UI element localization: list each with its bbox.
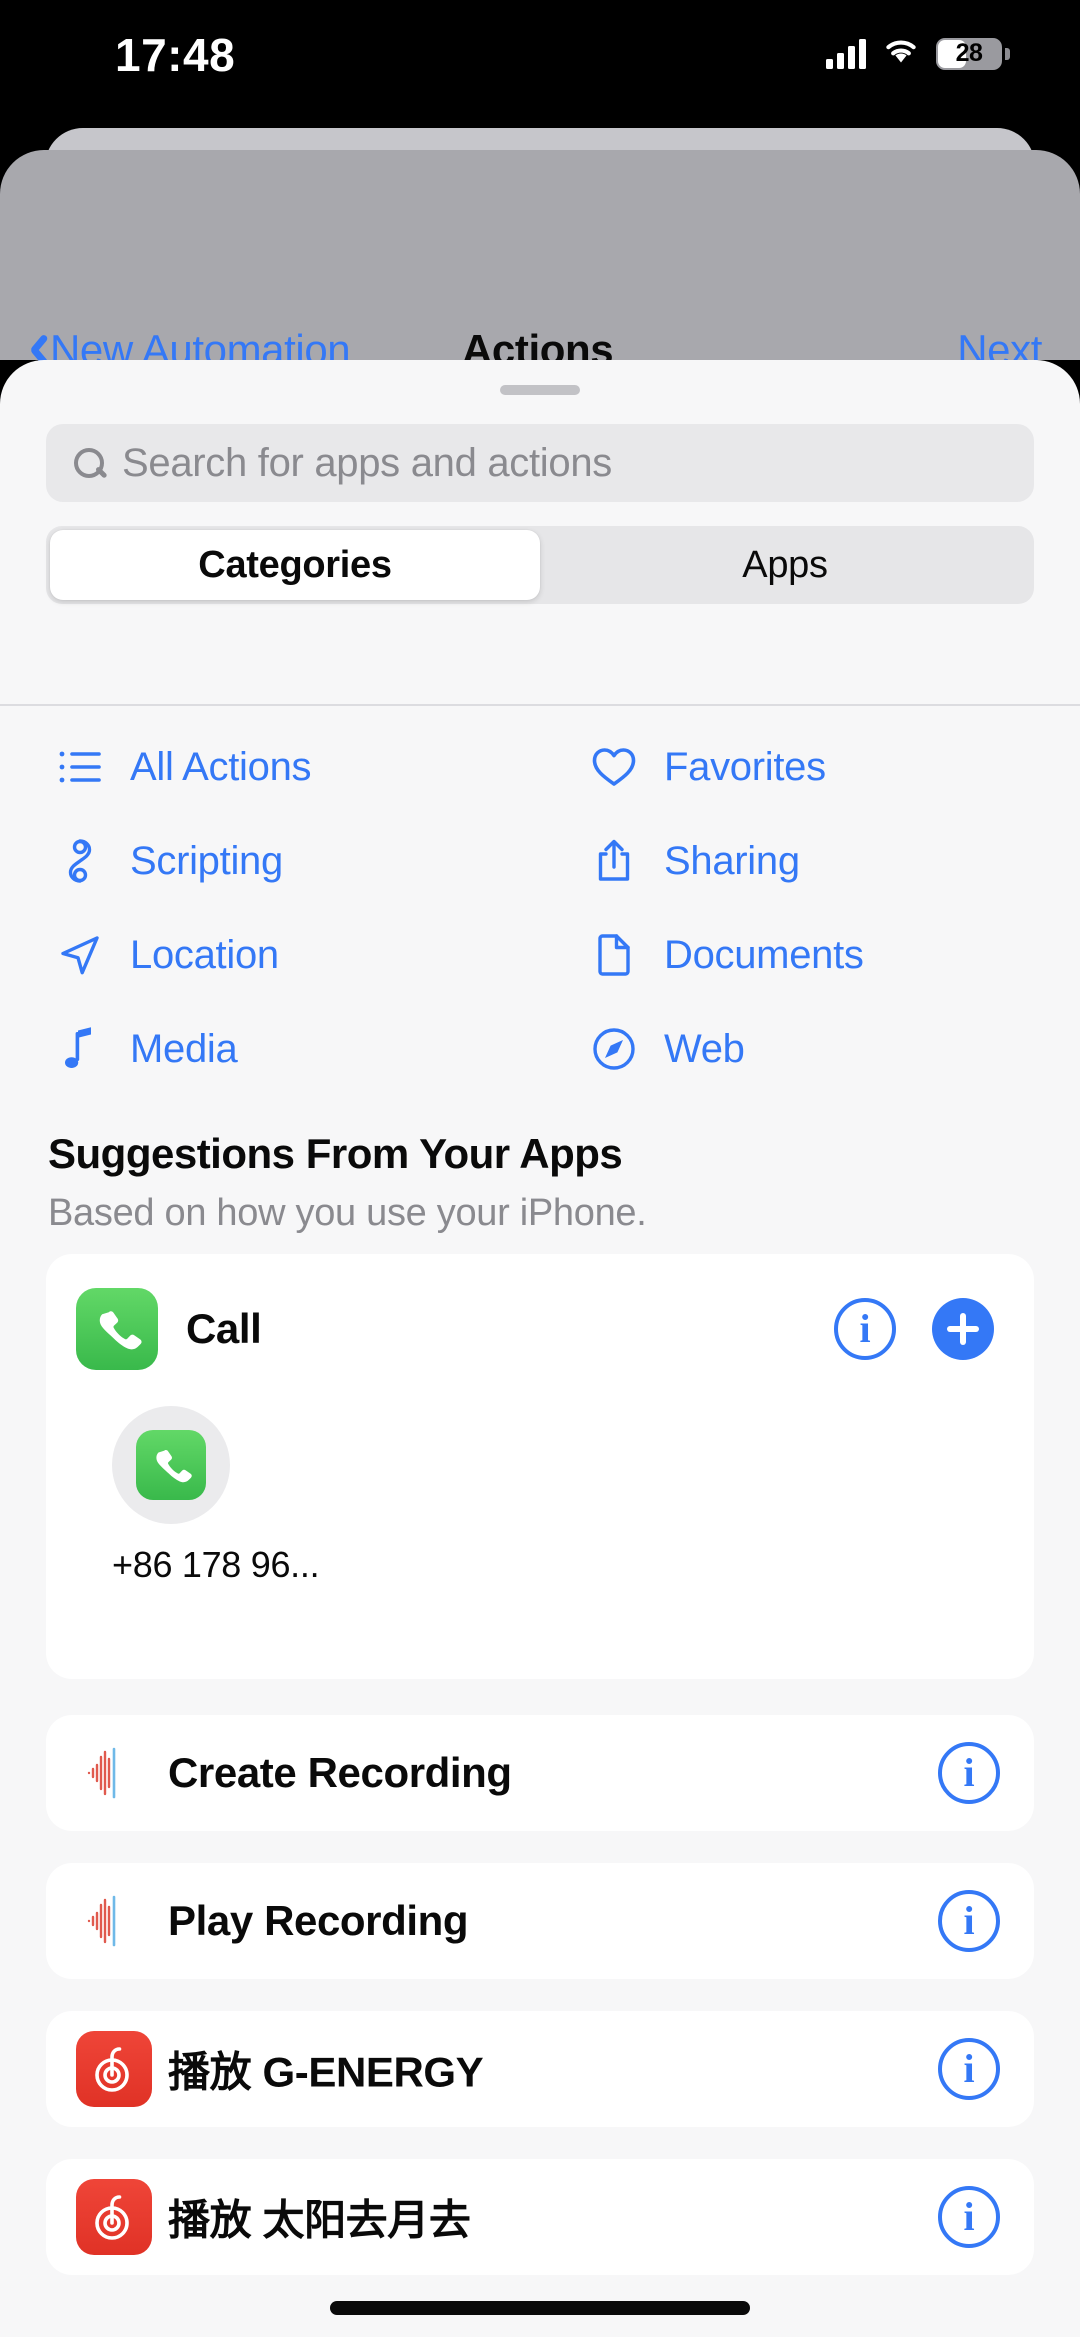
category-label: Sharing bbox=[664, 838, 800, 883]
wifi-icon bbox=[882, 36, 920, 71]
voice-memos-icon bbox=[76, 1883, 152, 1959]
tab-apps[interactable]: Apps bbox=[540, 530, 1030, 600]
contact-label: +86 178 96... bbox=[112, 1544, 320, 1585]
action-picker-sheet: Search for apps and actions Categories A… bbox=[0, 360, 1080, 2337]
info-glyph: i bbox=[859, 1306, 871, 1351]
action-row-create-recording[interactable]: Create Recording i bbox=[46, 1715, 1034, 1831]
call-card-title: Call bbox=[186, 1305, 262, 1352]
action-row-label: 播放 太阳去月去 bbox=[168, 2196, 471, 2244]
status-bar-time: 17:48 bbox=[115, 29, 236, 81]
search-input[interactable]: Search for apps and actions bbox=[46, 424, 1034, 502]
category-item-all-actions[interactable]: All Actions bbox=[0, 720, 540, 814]
navigation-bar: New Automation Actions Next bbox=[0, 150, 1080, 373]
info-glyph: i bbox=[963, 1750, 975, 1795]
category-item-sharing[interactable]: Sharing bbox=[540, 814, 1080, 908]
info-button[interactable]: i bbox=[938, 1890, 1000, 1952]
tab-categories[interactable]: Categories bbox=[50, 530, 540, 600]
heart-icon bbox=[586, 746, 642, 788]
compass-icon bbox=[586, 1026, 642, 1072]
info-glyph: i bbox=[963, 2046, 975, 2091]
info-button[interactable]: i bbox=[834, 1298, 896, 1360]
call-card-header: Call i bbox=[76, 1288, 1004, 1370]
phone-screen: 17:48 28 New Automation Actions Next Sea… bbox=[0, 0, 1080, 2337]
voice-memos-icon bbox=[76, 1735, 152, 1811]
category-item-web[interactable]: Web bbox=[540, 1002, 1080, 1096]
category-label: Favorites bbox=[664, 744, 826, 789]
document-icon bbox=[586, 932, 642, 978]
cellular-signal-icon bbox=[826, 38, 866, 69]
search-icon bbox=[72, 446, 106, 480]
phone-icon bbox=[76, 1288, 158, 1370]
phone-icon bbox=[136, 1430, 206, 1500]
info-glyph: i bbox=[963, 2194, 975, 2239]
action-row-play-recording[interactable]: Play Recording i bbox=[46, 1863, 1034, 1979]
category-label: All Actions bbox=[130, 744, 312, 789]
add-button[interactable] bbox=[932, 1298, 994, 1360]
netease-music-icon bbox=[76, 2179, 152, 2255]
sheet-grabber[interactable] bbox=[500, 385, 580, 395]
status-bar: 17:48 28 bbox=[0, 0, 1080, 105]
category-label: Scripting bbox=[130, 838, 283, 883]
action-row-play-g-energy[interactable]: 播放 G-ENERGY i bbox=[46, 2011, 1034, 2127]
contact-avatar bbox=[112, 1406, 230, 1524]
battery-icon: 28 bbox=[936, 37, 1010, 70]
action-row-label: Create Recording bbox=[168, 1749, 512, 1796]
status-bar-indicators: 28 bbox=[826, 36, 1010, 71]
category-item-media[interactable]: Media bbox=[0, 1002, 540, 1096]
category-item-location[interactable]: Location bbox=[0, 908, 540, 1002]
action-row-label: Play Recording bbox=[168, 1897, 469, 1944]
contact-chip[interactable]: +86 178 96... bbox=[112, 1406, 342, 1586]
category-label: Media bbox=[130, 1026, 238, 1071]
category-item-documents[interactable]: Documents bbox=[540, 908, 1080, 1002]
category-item-favorites[interactable]: Favorites bbox=[540, 720, 1080, 814]
category-label: Location bbox=[130, 932, 279, 977]
search-placeholder: Search for apps and actions bbox=[122, 440, 612, 485]
action-row-label: 播放 G-ENERGY bbox=[168, 2048, 484, 2096]
suggestion-card-call[interactable]: Call i +86 178 96... bbox=[46, 1254, 1034, 1679]
category-label: Web bbox=[664, 1026, 745, 1071]
info-button[interactable]: i bbox=[938, 1742, 1000, 1804]
scripting-bolt-icon bbox=[52, 837, 108, 885]
info-glyph: i bbox=[963, 1898, 975, 1943]
suggestions-title: Suggestions From Your Apps bbox=[48, 1130, 623, 1177]
netease-music-icon bbox=[76, 2031, 152, 2107]
list-bullet-icon bbox=[52, 749, 108, 785]
action-row-play-taiyang[interactable]: 播放 太阳去月去 i bbox=[46, 2159, 1034, 2275]
category-label: Documents bbox=[664, 932, 864, 977]
category-grid: All Actions Favorites Scripting Sharing … bbox=[0, 720, 1080, 1096]
suggestion-rows: Create Recording i Play Recording i 播放 G… bbox=[46, 1715, 1034, 2307]
home-indicator[interactable] bbox=[330, 2301, 750, 2315]
battery-level: 28 bbox=[955, 39, 983, 67]
dimmed-parent-view: New Automation Actions Next bbox=[0, 150, 1080, 373]
paper-plane-icon bbox=[52, 933, 108, 977]
info-button[interactable]: i bbox=[938, 2038, 1000, 2100]
segmented-control[interactable]: Categories Apps bbox=[46, 526, 1034, 604]
section-divider bbox=[0, 704, 1080, 706]
suggestions-subtitle: Based on how you use your iPhone. bbox=[48, 1192, 647, 1234]
share-arrow-icon bbox=[586, 837, 642, 885]
info-button[interactable]: i bbox=[938, 2186, 1000, 2248]
music-note-icon bbox=[52, 1026, 108, 1072]
category-item-scripting[interactable]: Scripting bbox=[0, 814, 540, 908]
